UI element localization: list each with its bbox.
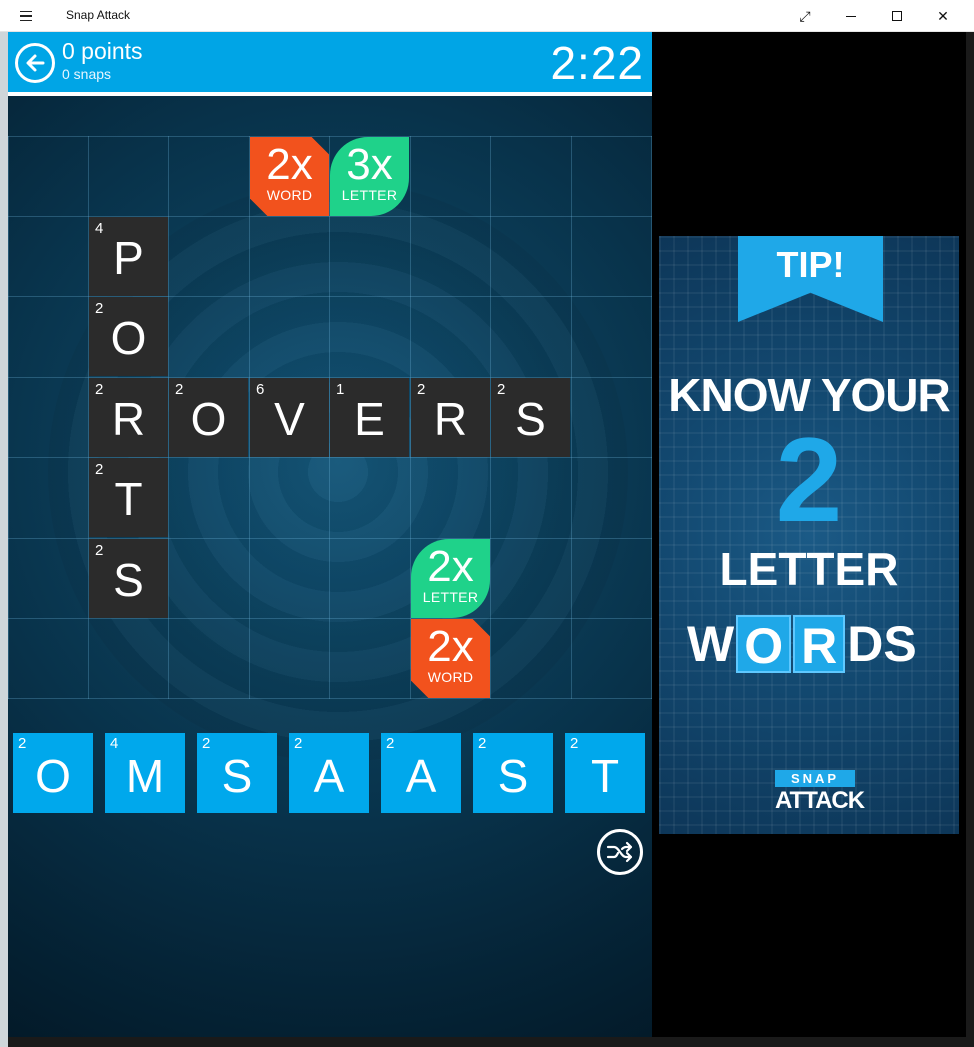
tile-letter: A (313, 750, 345, 802)
tile-letter: O (190, 393, 227, 445)
tile-letter: A (405, 750, 437, 802)
game-board: 2x WORD 3x LETTER 2x LETTER 2x WORD 4 P … (8, 136, 652, 699)
tile-letter: R (433, 393, 468, 445)
tip-word-part-highlight: R (793, 615, 846, 674)
board-tile[interactable]: 2 S (89, 539, 168, 618)
tip-word-part-highlight: O (736, 615, 792, 674)
game-header: 0 points 0 snaps 2:22 (8, 32, 652, 96)
tip-line-2: LETTER (719, 543, 899, 595)
grid-line (8, 136, 652, 137)
tile-letter: S (497, 750, 529, 802)
bonus-3x-letter[interactable]: 3x LETTER (330, 137, 409, 216)
bonus-kind: WORD (266, 187, 313, 203)
board-tile[interactable]: 2 T (89, 458, 168, 537)
expand-icon[interactable]: ⤢ (782, 0, 828, 32)
tip-number: 2 (775, 413, 843, 547)
game-area: 0 points 0 snaps 2:22 2x WORD 3x LETTER (8, 32, 652, 1037)
tile-letter: V (274, 393, 305, 445)
bonus-kind: LETTER (422, 589, 479, 605)
bonus-multiplier: 2x (266, 140, 313, 189)
bonus-kind: WORD (427, 669, 474, 685)
board-tile[interactable]: 2 R (89, 378, 168, 457)
grid-line (8, 698, 652, 699)
window-edge (0, 32, 8, 1047)
snap-attack-logo: SNAP ATTACK (775, 770, 865, 815)
logo-bottom: ATTACK (775, 787, 865, 814)
logo-top: SNAP (775, 770, 855, 787)
tile-letter: R (111, 393, 146, 445)
snaps-label: 0 snaps (62, 66, 112, 82)
rack-tile[interactable]: 2 T (565, 733, 645, 813)
rack-tile[interactable]: 2 S (473, 733, 553, 813)
tile-letter: P (113, 232, 144, 284)
bonus-multiplier: 2x (427, 622, 474, 671)
tile-letter: E (354, 393, 385, 445)
grid-line (8, 618, 652, 619)
board-tile[interactable]: 2 O (89, 297, 168, 376)
tile-letter: T (590, 750, 620, 802)
close-icon[interactable]: ✕ (920, 0, 966, 32)
board-tile[interactable]: 6 V (250, 378, 329, 457)
bonus-multiplier: 3x (346, 140, 393, 189)
bonus-kind: LETTER (341, 187, 398, 203)
rack-tile[interactable]: 2 O (13, 733, 93, 813)
bonus-2x-word[interactable]: 2x WORD (411, 619, 490, 698)
rack-tile[interactable]: 2 S (197, 733, 277, 813)
points-label: 0 points (62, 38, 143, 64)
tile-letter: O (35, 750, 71, 802)
maximize-icon[interactable] (874, 0, 920, 32)
rack-tile[interactable]: 2 A (289, 733, 369, 813)
tile-letter: T (114, 473, 143, 525)
rack-tile[interactable]: 4 M (105, 733, 185, 813)
back-button[interactable] (15, 43, 55, 83)
tile-letter: S (515, 393, 546, 445)
tip-label: TIP! (776, 244, 845, 285)
minimize-icon[interactable] (828, 0, 874, 32)
rack-tile[interactable]: 2 A (381, 733, 461, 813)
bonus-2x-word[interactable]: 2x WORD (250, 137, 329, 216)
board-tile[interactable]: 2 S (491, 378, 570, 457)
bonus-multiplier: 2x (427, 542, 474, 591)
tip-advertisement[interactable]: TIP! KNOW YOUR 2 LETTER W O R DS SNAP AT… (659, 236, 959, 834)
hamburger-icon[interactable] (20, 7, 42, 25)
tip-line-3: W O R DS (687, 614, 917, 674)
window-title: Snap Attack (66, 8, 131, 22)
shuffle-icon (606, 841, 633, 863)
tile-letter: S (113, 554, 144, 606)
tile-letter: O (110, 312, 147, 364)
shuffle-button[interactable] (597, 829, 643, 875)
bonus-2x-letter[interactable]: 2x LETTER (411, 539, 490, 618)
tip-word-part: W (687, 616, 735, 672)
board-tile[interactable]: 2 R (411, 378, 490, 457)
board-tile[interactable]: 4 P (89, 217, 168, 296)
board-tile[interactable]: 1 E (330, 378, 409, 457)
window-titlebar: Snap Attack ⤢ ✕ (0, 0, 974, 32)
tip-word-part: DS (847, 616, 917, 672)
grid-line (571, 136, 572, 699)
tile-letter: M (125, 750, 165, 802)
board-tile[interactable]: 2 O (169, 378, 248, 457)
grid-line (8, 136, 9, 699)
timer: 2:22 (550, 37, 644, 89)
back-arrow-icon (26, 54, 45, 72)
tile-letter: S (221, 750, 253, 802)
